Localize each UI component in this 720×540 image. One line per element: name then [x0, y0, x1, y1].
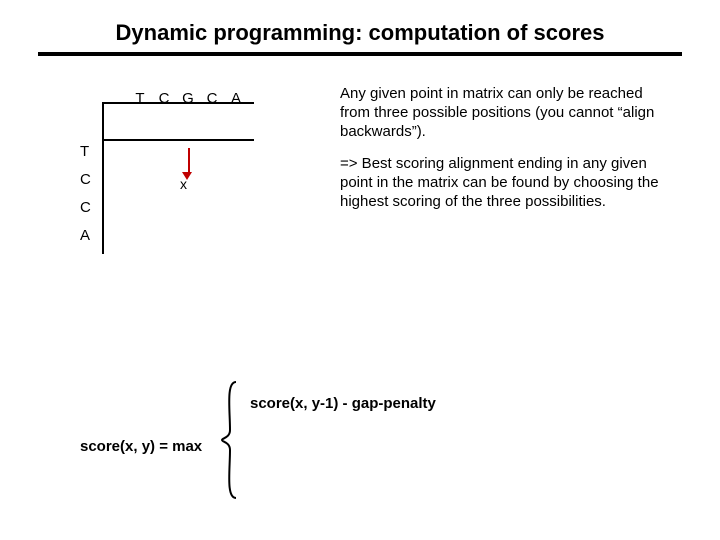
- formula-cases: score(x, y-1) - gap-penalty: [250, 386, 436, 422]
- paragraph-2: => Best scoring alignment ending in any …: [340, 155, 670, 211]
- paragraph-1: Any given point in matrix can only be re…: [340, 85, 670, 141]
- formula-case-1: score(x, y-1) - gap-penalty: [250, 386, 436, 422]
- row-header: A: [80, 222, 91, 250]
- row-header: T: [80, 138, 91, 166]
- brace-icon: [220, 380, 242, 504]
- row-headers: T C C A: [80, 138, 91, 250]
- row-header: C: [80, 166, 91, 194]
- matrix-frame: x: [102, 102, 254, 254]
- explanation-text: Any given point in matrix can only be re…: [340, 85, 670, 226]
- row-header: C: [80, 194, 91, 222]
- slide-title: Dynamic programming: computation of scor…: [0, 20, 720, 46]
- matrix-header-divider: [104, 139, 254, 141]
- marked-cell-x: x: [180, 176, 187, 192]
- formula-lhs: score(x, y) = max: [80, 438, 202, 455]
- title-underline: [38, 52, 682, 56]
